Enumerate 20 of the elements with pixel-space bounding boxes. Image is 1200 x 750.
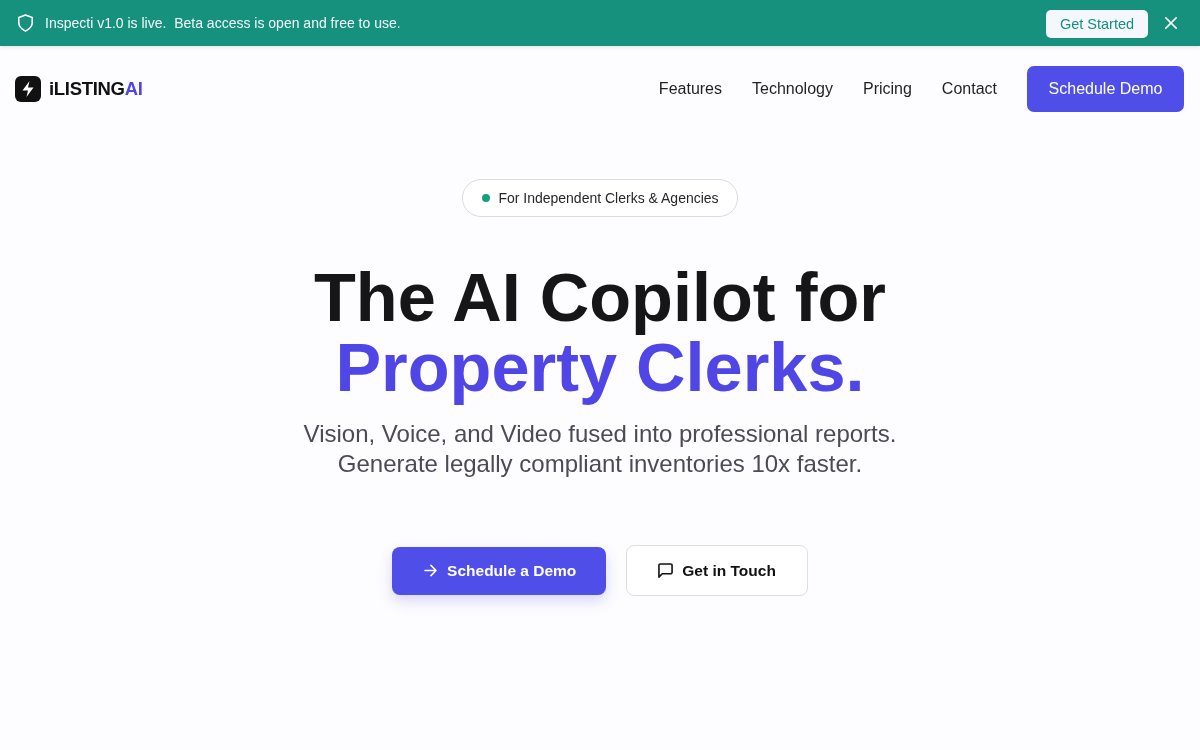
headline-text: The AI Copilot for <box>314 263 886 333</box>
schedule-demo-button[interactable]: Schedule Demo <box>1027 66 1184 112</box>
schedule-demo-button[interactable]: Schedule a Demo <box>392 546 607 595</box>
nav-link[interactable]: Features <box>658 80 722 98</box>
nav-link[interactable]: Contact <box>941 80 997 98</box>
hero-subtitle: Vision, Voice, and Video fused into professional reports. Generate legally compliant inventories 10x faster. <box>303 419 897 479</box>
close-button[interactable] <box>1165 17 1177 29</box>
shield-icon <box>18 14 33 32</box>
get-started-button[interactable]: Get Started <box>1046 10 1148 38</box>
speech-bubble-icon <box>658 563 674 578</box>
nav-link[interactable]: Pricing <box>862 80 912 98</box>
lightning-logo-icon <box>15 76 41 102</box>
arrow-icon <box>424 564 438 577</box>
badge-text: For Independent Clerks & Agencies <box>498 190 719 206</box>
close-icon <box>1165 17 1177 29</box>
brand-name[interactable]: iLISTINGAI <box>49 78 143 100</box>
get-in-touch-button[interactable]: Get in Touch <box>626 545 808 596</box>
status-dot-icon <box>482 194 491 202</box>
nav-link[interactable]: Technology <box>752 80 833 98</box>
announcement-text: Inspecti v1.0 is live. Beta access is open and free to use. <box>45 15 402 31</box>
